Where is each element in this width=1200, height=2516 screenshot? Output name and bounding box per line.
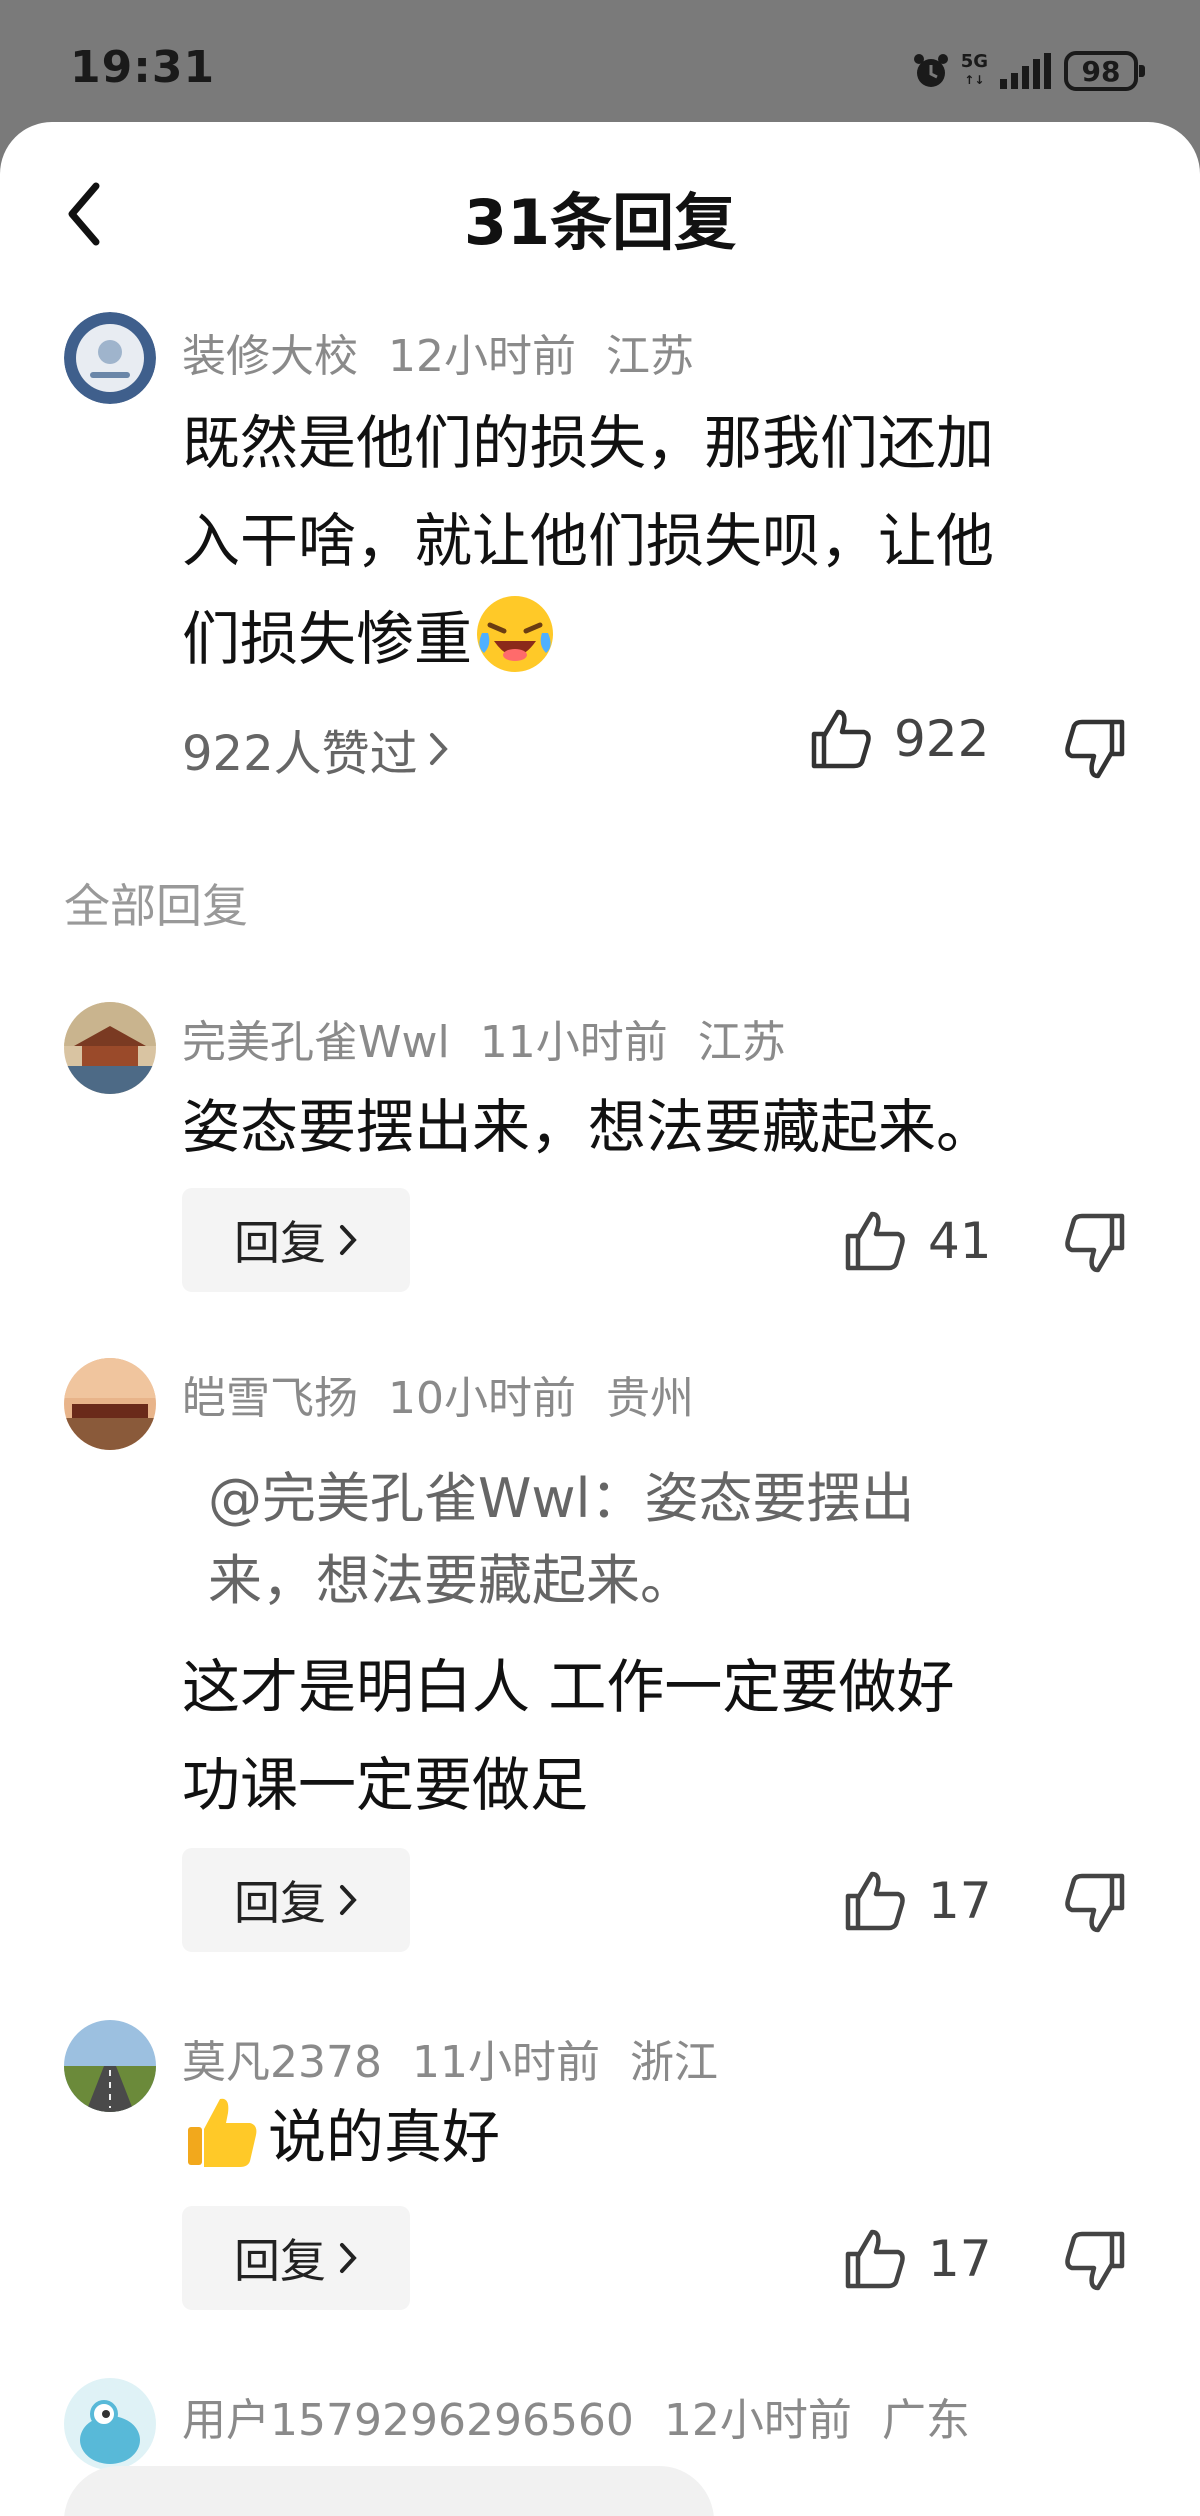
chevron-right-icon [340,1885,357,1915]
thumb-up-icon [845,1871,905,1931]
like-count: 41 [928,1212,992,1270]
like-button[interactable]: 41 [842,1208,992,1274]
alarm-icon [913,54,948,87]
like-button[interactable]: 17 [842,1868,992,1934]
reply-line: 这才是明白人 工作一定要做好 [182,1653,955,1721]
avatar-image [64,312,156,404]
reply-text: 这才是明白人 工作一定要做好 功课一定要做足 [182,1638,954,1834]
network-label: 5G [960,51,988,72]
reply-text-label: 说的真好 [268,2103,501,2171]
header: 31条回复 [0,122,1200,302]
comment-line-text: 们损失惨重 [182,605,473,673]
username[interactable]: 皑雪飞扬 [182,1373,358,1424]
thumb-down-icon[interactable] [1062,2228,1128,2294]
avatar[interactable] [64,1358,156,1450]
avatar-image [64,1002,156,1094]
thumb-down-icon[interactable] [1062,716,1128,782]
avatar[interactable] [64,2020,156,2112]
reply-button[interactable]: 回复 [182,1188,410,1292]
reply-meta: 用户1579296296560 12小时前 广东 [182,2384,1000,2448]
reply-meta: 完美孔雀Wwl 11小时前 江苏 [182,1006,816,1070]
quote-line: 来，想法要藏起来。 [208,1549,694,1612]
thumbs-up-emoji-icon [188,2098,257,2167]
username[interactable]: 装修大校 [182,331,358,382]
reply-button-label: 回复 [234,1876,326,1930]
location: 江苏 [697,1017,786,1068]
status-time: 19:31 [70,42,216,93]
avatar-image [64,2378,156,2470]
like-button[interactable]: 17 [842,2226,992,2292]
location: 贵州 [606,1373,694,1424]
thumb-up-icon [845,2229,905,2289]
comment-line: 入干啥，就让他们损失呗，让他 [182,507,995,575]
replies-sheet: 31条回复 装修大校 12小时前 江苏 既然是他们的损失，那我们还加 入干啥，就让他… [0,122,1200,2516]
battery-icon: 98 [1064,51,1145,91]
avatar-image [64,2020,156,2112]
reply-button-label: 回复 [234,1216,326,1270]
network-icon: 5G ↑↓ [960,51,988,88]
thumb-down-icon[interactable] [1062,1870,1128,1936]
section-label: 全部回复 [64,879,248,933]
timestamp: 12小时前 [388,331,576,382]
reply-text: 说的真好 [182,2088,500,2186]
avatar[interactable] [64,312,156,404]
liked-by-label: 922人赞过 [182,726,418,782]
like-count: 922 [894,710,990,768]
username[interactable]: 完美孔雀Wwl [182,1017,450,1068]
reply-button[interactable]: 回复 [182,2206,410,2310]
comment-line: 既然是他们的损失，那我们还加 [182,409,995,477]
location: 广东 [881,2395,970,2446]
like-button[interactable]: 922 [808,706,989,772]
timestamp: 11小时前 [479,1017,668,1068]
status-icons: 5G ↑↓ 98 [911,46,1145,96]
comment-text: 既然是他们的损失，那我们还加 入干啥，就让他们损失呗，让他 们损失惨重 [182,394,994,688]
timestamp: 11小时前 [411,2037,600,2088]
battery-level: 98 [1081,54,1121,88]
reply-line: 功课一定要做足 [182,1751,589,1819]
reply-input-bar[interactable] [64,2466,714,2516]
thumb-up-icon [845,1211,905,1271]
avatar[interactable] [64,1002,156,1094]
liked-by-link[interactable]: 922人赞过 [182,714,450,784]
like-count: 17 [928,1872,992,1930]
username[interactable]: 莫凡2378 [182,2037,382,2088]
quote-line: @完美孔雀Wwl：姿态要摆出 [208,1467,915,1530]
status-bar: 19:31 5G ↑↓ 98 [0,0,1200,130]
signal-icon [1000,53,1051,89]
reply-button-label: 回复 [234,2234,326,2288]
chevron-right-icon [340,2243,357,2273]
laughing-crying-emoji-icon [477,596,554,672]
reply-text: 姿态要摆出来，想法要藏起来。 [182,1093,995,1161]
chevron-right-icon [340,1225,357,1255]
location: 浙江 [629,2037,718,2088]
avatar[interactable] [64,2378,156,2470]
comment-meta: 装修大校 12小时前 江苏 [182,320,724,384]
timestamp: 12小时前 [663,2395,852,2446]
quoted-reply: @完美孔雀Wwl：姿态要摆出 来，想法要藏起来。 [208,1458,915,1622]
location: 江苏 [606,331,694,382]
thumb-up-icon [811,709,871,769]
reply-meta: 皑雪飞扬 10小时前 贵州 [182,1362,724,1426]
reply-button[interactable]: 回复 [182,1848,410,1952]
avatar-image [64,1358,156,1450]
comment-line: 们损失惨重 [182,590,994,688]
chevron-right-icon [429,733,448,765]
username[interactable]: 用户1579296296560 [182,2395,634,2446]
like-count: 17 [928,2230,992,2288]
thumb-down-icon[interactable] [1062,1210,1128,1276]
timestamp: 10小时前 [388,1373,576,1424]
reply-meta: 莫凡2378 11小时前 浙江 [182,2026,748,2090]
page-title: 31条回复 [463,186,737,259]
